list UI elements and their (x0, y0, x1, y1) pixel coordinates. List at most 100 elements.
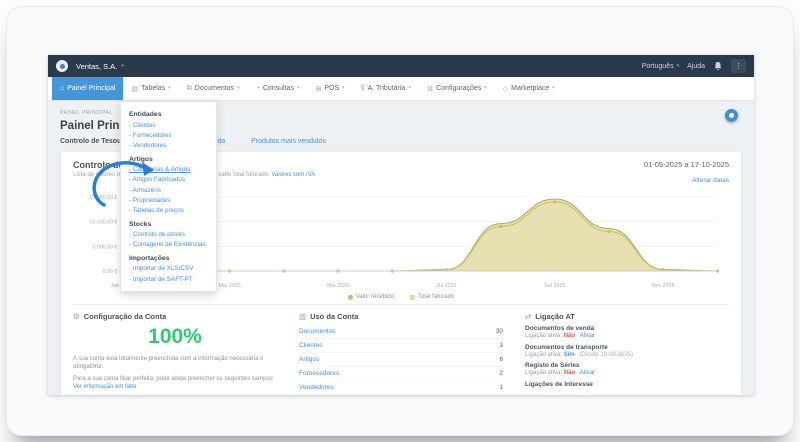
legend-item-total-faturado: Total faturado (410, 294, 454, 300)
at-row-registo-series: Registo de Séries Ligação ativa: Não Ati… (525, 362, 729, 376)
apps-menu-button[interactable]: ⋮ (731, 59, 746, 73)
account-setup-column: ⚙ Configuração da Conta 100% A sua conta… (73, 312, 277, 395)
usage-row-clientes: Clientes 3 (299, 339, 503, 353)
dropdown-item-importar-xls-csv[interactable]: Importar de XLS/CSV (129, 264, 208, 274)
navbar-left: Veritas, S.A. ▾ (56, 60, 124, 72)
usage-link[interactable]: Clientes (299, 342, 322, 349)
at-status-note: (Desde 10-09-2025) (579, 352, 633, 358)
account-completion-percent: 100% (73, 325, 277, 349)
chevron-down-icon: ▾ (677, 64, 680, 69)
svg-text:Set 2025: Set 2025 (544, 283, 565, 289)
menu-label: Painel Principal (67, 85, 115, 92)
at-status-label: Ligação ativa: (525, 352, 562, 358)
svg-text:5.000,00 €: 5.000,00 € (92, 244, 117, 250)
menu-item-pos[interactable]: ⊞ POS ▾ (307, 77, 352, 100)
account-setup-header: ⚙ Configuração da Conta (73, 312, 277, 321)
at-status-line: Ligação ativa: Não Ativar (525, 370, 729, 376)
dropdown-item-tabelas-de-precos[interactable]: Tabelas de preços (129, 205, 208, 215)
chevron-down-icon: ▾ (121, 64, 124, 69)
document-icon: ⧉ (187, 85, 192, 93)
menu-label: Configurações (436, 85, 481, 92)
app-window: Veritas, S.A. ▾ Português ▾ Ajuda ⋮ ⌂ (48, 55, 754, 395)
menu-item-consultas[interactable]: ◔ Consultas ▾ (248, 77, 308, 100)
company-name: Veritas, S.A. (76, 62, 117, 71)
legend-item-valor-recebido: Valor recebido (348, 294, 394, 300)
gear-icon: ⚙ (427, 85, 433, 93)
column-title: Uso da Conta (310, 312, 358, 321)
usage-row-fornecedores: Fornecedores 2 (299, 367, 503, 381)
at-activate-link[interactable]: Ativar (580, 370, 595, 376)
at-label: Registo de Séries (525, 362, 729, 369)
tab-produtos-mais-vendidos[interactable]: Produtos mais vendidos (251, 138, 326, 145)
summary-columns: ⚙ Configuração da Conta 100% A sua conta… (73, 312, 729, 395)
dropdown-section-title: Stocks (129, 221, 208, 228)
gear-icon: ⚙ (73, 312, 80, 321)
dropdown-section-title: Entidades (129, 111, 208, 118)
dropdown-item-vendedores[interactable]: Vendedores (129, 140, 208, 150)
svg-text:15.000,00 €: 15.000,00 € (89, 195, 117, 201)
menu-label: A. Tributária (368, 85, 406, 92)
main-menu: ⌂ Painel Principal ▤ Tabelas ▾ ⧉ Documen… (48, 77, 754, 101)
table-icon: ▤ (131, 85, 138, 93)
dropdown-item-fornecedores[interactable]: Fornecedores (129, 130, 208, 140)
dropdown-item-importar-saft-pt[interactable]: Importar de SAFT-PT (129, 274, 208, 284)
dropdown-item-propriedades[interactable]: Propriedades (129, 195, 208, 205)
change-dates-link[interactable]: Alterar datas (692, 177, 729, 184)
menu-item-tabelas[interactable]: ▤ Tabelas ▾ (123, 77, 178, 100)
account-usage-column: ▥ Uso da Conta Documentos 30 Clientes 3 (299, 312, 503, 395)
menu-item-documentos[interactable]: ⧉ Documentos ▾ (179, 77, 248, 100)
legend-label: Total faturado (418, 294, 454, 300)
svg-text:Jul 2025: Jul 2025 (436, 283, 456, 289)
chart-legend: Valor recebido Total faturado (73, 294, 729, 300)
svg-text:Mai 2025: Mai 2025 (327, 283, 349, 289)
tour-beacon-button[interactable] (725, 109, 738, 122)
dropdown-item-contagens-de-existencias[interactable]: Contagens de Existências (129, 240, 208, 250)
menu-item-marketplace[interactable]: ◇ Marketplace ▾ (495, 77, 563, 100)
usage-link[interactable]: Artigos (299, 356, 319, 363)
language-selector[interactable]: Português ▾ (642, 63, 679, 70)
usage-link[interactable]: Documentos (299, 328, 336, 335)
valores-com-iva-link[interactable]: Valores com IVA (271, 172, 315, 178)
menu-label: POS (324, 85, 339, 92)
chevron-down-icon: ▾ (237, 86, 240, 91)
dropdown-item-armazens[interactable]: Armazéns (129, 185, 208, 195)
usage-value: 2 (499, 370, 503, 377)
dropdown-item-clientes[interactable]: Clientes (129, 120, 208, 130)
company-switcher[interactable]: Veritas, S.A. ▾ (76, 62, 124, 71)
dropdown-item-categorias-artigos[interactable]: Categorias & Artigos (129, 165, 208, 175)
at-label: Documentos de transporte (525, 344, 729, 351)
setup-line-1: A sua conta está totalmente preenchida c… (73, 355, 277, 372)
svg-text:Mar 2025: Mar 2025 (218, 283, 240, 289)
usage-link[interactable]: Fornecedores (299, 370, 339, 377)
dropdown-section-title: Importações (129, 255, 208, 262)
usage-value: 30 (496, 328, 503, 335)
menu-label: Marketplace (511, 85, 549, 92)
dropdown-section-title: Artigos (129, 156, 208, 163)
at-status-label: Ligação ativa: (525, 370, 562, 376)
top-navbar: Veritas, S.A. ▾ Português ▾ Ajuda ⋮ (48, 55, 754, 77)
chevron-down-icon: ▾ (408, 86, 411, 91)
usage-icon: ▥ (299, 312, 306, 321)
menu-item-a-tributaria[interactable]: § A. Tributária ▾ (353, 77, 419, 100)
at-label: Ligações de Interesse (525, 381, 729, 388)
at-status-line: Ligação ativa: Não Ativar (525, 333, 729, 339)
chevron-down-icon: ▾ (342, 86, 345, 91)
help-link[interactable]: Ajuda (687, 63, 705, 70)
menu-item-configuracoes[interactable]: ⚙ Configurações ▾ (419, 77, 495, 100)
tabelas-dropdown: Entidades Clientes Fornecedores Vendedor… (120, 101, 217, 292)
chevron-down-icon: ▾ (168, 86, 171, 91)
missing-info-link[interactable]: Ver informação em falta (73, 384, 136, 390)
at-row-documentos-transporte: Documentos de transporte Ligação ativa: … (525, 344, 729, 358)
report-icon: ◔ (256, 85, 260, 92)
dropdown-item-controlo-de-stocks[interactable]: Controlo de stocks (129, 230, 208, 240)
dropdown-item-artigos-fabricados[interactable]: Artigos Fabricados (129, 175, 208, 185)
menu-item-painel-principal[interactable]: ⌂ Painel Principal (52, 77, 123, 100)
notifications-bell-icon[interactable] (713, 61, 723, 71)
at-status-value: Não (564, 333, 575, 339)
panel-header-right: 01-05-2025 a 17-10-2025 Alterar datas (644, 160, 729, 187)
usage-link[interactable]: Vendedores (299, 384, 334, 391)
divider (73, 304, 729, 305)
at-activate-link[interactable]: Ativar (580, 333, 595, 339)
chevron-down-icon: ▾ (484, 86, 487, 91)
browser-frame: Veritas, S.A. ▾ Português ▾ Ajuda ⋮ ⌂ (6, 6, 794, 436)
